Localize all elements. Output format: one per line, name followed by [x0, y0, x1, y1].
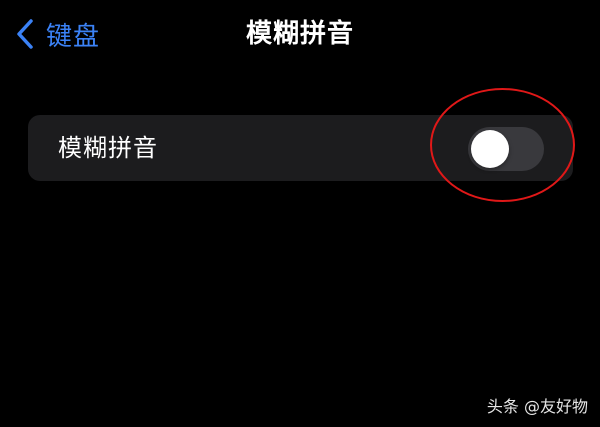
- screen: 键盘 模糊拼音 模糊拼音 头条 @友好物: [0, 0, 600, 427]
- watermark: 头条 @友好物: [486, 397, 588, 416]
- fuzzy-pinyin-label: 模糊拼音: [58, 134, 158, 162]
- fuzzy-pinyin-toggle[interactable]: [468, 127, 544, 171]
- settings-group: 模糊拼音: [28, 115, 573, 181]
- page-title: 模糊拼音: [245, 19, 354, 49]
- toggle-knob: [471, 130, 509, 168]
